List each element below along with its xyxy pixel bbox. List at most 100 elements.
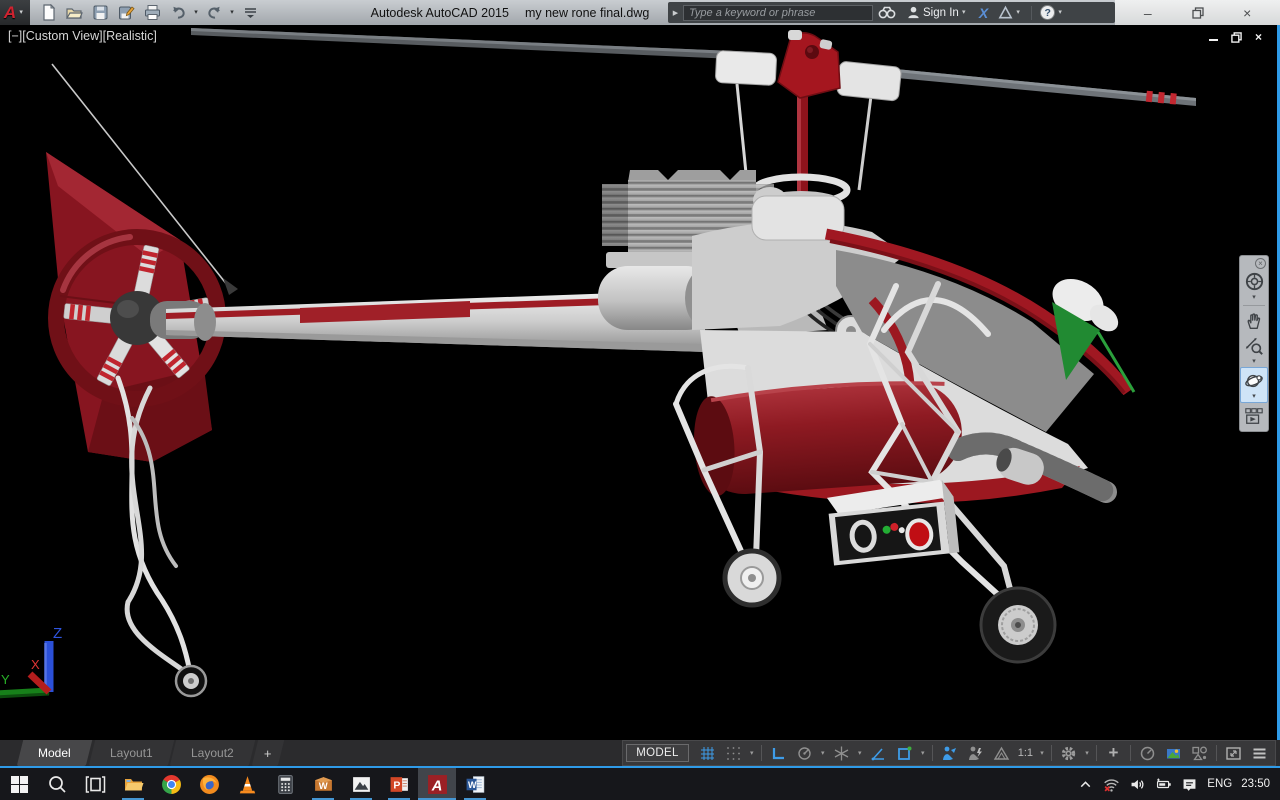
sign-in-dropdown[interactable]: ▾ xyxy=(959,8,969,18)
undo-dropdown[interactable]: ▾ xyxy=(191,8,201,18)
workspace-dropdown[interactable]: ▾ xyxy=(1082,749,1092,757)
isometric-drafting-toggle[interactable] xyxy=(829,742,854,764)
taskbar-powerpoint[interactable]: P xyxy=(380,768,418,800)
new-button[interactable] xyxy=(35,2,61,24)
orbit-button[interactable] xyxy=(1241,368,1267,393)
qat-customize-button[interactable] xyxy=(237,2,263,24)
exchange-x-icon: X xyxy=(979,5,988,21)
quick-properties-toggle[interactable] xyxy=(1135,742,1160,764)
taskbar-vlc[interactable] xyxy=(228,768,266,800)
workspace-switching-button[interactable] xyxy=(1056,742,1081,764)
plot-button[interactable] xyxy=(139,2,165,24)
search-button[interactable] xyxy=(873,2,901,23)
clean-screen-toggle[interactable] xyxy=(1221,742,1246,764)
taskbar-file-explorer[interactable] xyxy=(114,768,152,800)
taskbar-autocad-active[interactable]: A xyxy=(418,768,456,800)
isodraft-dropdown[interactable]: ▾ xyxy=(855,749,865,757)
a360-dropdown[interactable]: ▾ xyxy=(1013,8,1023,18)
taskbar-photos[interactable] xyxy=(342,768,380,800)
doc-restore-button[interactable] xyxy=(1231,32,1242,43)
annotation-scale-indicator[interactable] xyxy=(989,742,1014,764)
ucs-icon[interactable]: Z X Y xyxy=(0,625,62,697)
volume-icon[interactable] xyxy=(1129,776,1146,793)
autocad-window: A ▾ ▾ ▾ xyxy=(0,0,1280,800)
redo-button[interactable] xyxy=(201,2,227,24)
zoom-dropdown[interactable]: ▾ xyxy=(1241,358,1267,367)
polar-tracking-toggle[interactable] xyxy=(792,742,817,764)
object-snap-tracking-toggle[interactable] xyxy=(866,742,891,764)
graphics-performance-toggle[interactable] xyxy=(1161,742,1186,764)
navbar-close-icon[interactable]: × xyxy=(1255,258,1266,269)
snap-dropdown[interactable]: ▾ xyxy=(747,749,757,757)
doc-close-button[interactable]: × xyxy=(1255,30,1262,44)
save-as-button[interactable] xyxy=(113,2,139,24)
exchange-apps-button[interactable]: X xyxy=(974,2,993,23)
orbit-dropdown[interactable]: ▾ xyxy=(1241,393,1267,402)
help-button[interactable]: ? ▾ xyxy=(1035,2,1070,23)
front-wheel[interactable] xyxy=(725,551,779,605)
tab-layout1[interactable]: Layout1 xyxy=(88,740,173,766)
object-snap-toggle[interactable] xyxy=(892,742,917,764)
tray-expand-icon[interactable] xyxy=(1077,776,1094,793)
showmotion-button[interactable] xyxy=(1241,403,1267,428)
sign-in-button[interactable]: Sign In ▾ xyxy=(901,2,974,23)
viewport-view-menu[interactable]: [Custom View] xyxy=(22,29,102,43)
taskbar-word[interactable]: W xyxy=(456,768,494,800)
tab-model[interactable]: Model xyxy=(17,740,92,766)
annotation-visibility-toggle[interactable] xyxy=(937,742,962,764)
zoom-button[interactable] xyxy=(1241,333,1267,358)
isolate-objects-button[interactable] xyxy=(1187,742,1212,764)
save-button[interactable] xyxy=(87,2,113,24)
taskbar-chrome[interactable] xyxy=(152,768,190,800)
minimize-button[interactable]: – xyxy=(1131,0,1165,25)
infocenter-collapse-arrow[interactable]: ▶ xyxy=(668,9,683,17)
annotation-scale-dropdown[interactable]: ▾ xyxy=(1037,749,1047,757)
taskbar-search-button[interactable] xyxy=(38,768,76,800)
taskbar-calculator[interactable] xyxy=(266,768,304,800)
drawing-viewport[interactable]: Z X Y [−] [Custom View] [Realistic] × × … xyxy=(0,25,1280,740)
grid-display-toggle[interactable] xyxy=(695,742,720,764)
annotation-scale-value[interactable]: 1:1 xyxy=(1015,747,1036,759)
osnap-dropdown[interactable]: ▾ xyxy=(918,749,928,757)
open-button[interactable] xyxy=(61,2,87,24)
polar-dropdown[interactable]: ▾ xyxy=(818,749,828,757)
viewport-controls-menu[interactable]: [−] xyxy=(8,29,22,43)
task-view-button[interactable] xyxy=(76,768,114,800)
status-bar: MODEL ▾ ▾ ▾ xyxy=(622,740,1276,766)
close-button[interactable]: × xyxy=(1230,0,1264,25)
redo-dropdown[interactable]: ▾ xyxy=(227,8,237,18)
network-disconnected-icon[interactable] xyxy=(1103,776,1120,793)
a360-button[interactable]: ▾ xyxy=(993,2,1028,23)
help-dropdown[interactable]: ▾ xyxy=(1055,8,1065,18)
annotation-monitor-button[interactable]: + xyxy=(1101,742,1126,764)
undo-button[interactable] xyxy=(165,2,191,24)
start-button[interactable] xyxy=(0,768,38,800)
rear-wheel[interactable] xyxy=(981,588,1055,662)
search-input[interactable] xyxy=(683,5,873,21)
wheel-dropdown[interactable]: ▾ xyxy=(1241,294,1267,303)
photos-icon xyxy=(351,774,372,795)
ortho-toggle[interactable] xyxy=(766,742,791,764)
doc-minimize-button[interactable] xyxy=(1209,33,1218,41)
clock[interactable]: 23:50 xyxy=(1241,778,1270,790)
new-layout-button[interactable]: + xyxy=(252,740,284,766)
full-navigation-wheel-button[interactable] xyxy=(1241,269,1267,294)
taskbar-firefox[interactable] xyxy=(190,768,228,800)
main-rotor-blades[interactable] xyxy=(191,28,1196,106)
helicopter-model-3d[interactable]: Z X Y xyxy=(0,25,1280,740)
battery-charging-icon[interactable] xyxy=(1155,776,1172,793)
language-indicator[interactable]: ENG xyxy=(1207,778,1232,790)
taskbar-wordweb[interactable]: W xyxy=(304,768,342,800)
snap-mode-toggle[interactable] xyxy=(721,742,746,764)
action-center-icon[interactable] xyxy=(1181,776,1198,793)
model-space-button[interactable]: MODEL xyxy=(626,744,688,762)
annotation-autoscale-toggle[interactable] xyxy=(963,742,988,764)
zoom-extents-icon xyxy=(1244,336,1264,356)
tab-layout2[interactable]: Layout2 xyxy=(170,740,255,766)
restore-button[interactable] xyxy=(1181,0,1215,25)
viewport-visual-style-menu[interactable]: [Realistic] xyxy=(103,29,157,43)
word-icon: W xyxy=(465,774,486,795)
application-menu-button[interactable]: A ▾ xyxy=(0,0,30,25)
customization-button[interactable] xyxy=(1247,742,1272,764)
pan-button[interactable] xyxy=(1241,308,1267,333)
